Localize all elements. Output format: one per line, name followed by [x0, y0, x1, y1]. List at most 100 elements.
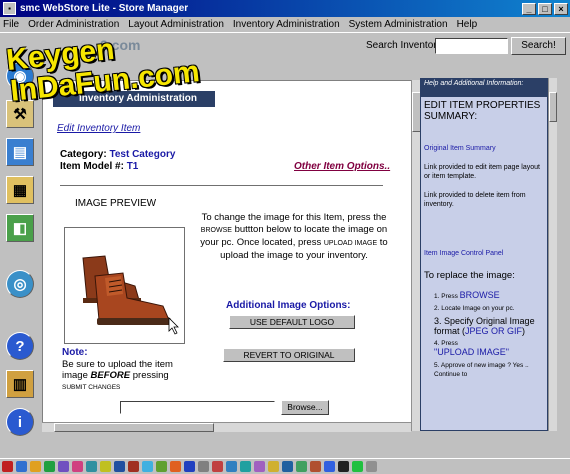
model-label: Item Model #:: [60, 161, 124, 172]
taskbar-app-icon[interactable]: [310, 461, 321, 472]
revert-to-original-button[interactable]: REVERT TO ORIGINAL: [223, 348, 355, 362]
edit-inventory-link[interactable]: Edit Inventory Item: [57, 123, 140, 134]
taskbar-app-icon[interactable]: [226, 461, 237, 472]
help-panel: Help and Additional Information: EDIT IT…: [420, 78, 548, 431]
image-preview-label: IMAGE PREVIEW: [75, 198, 157, 209]
connect-icon[interactable]: ◎: [6, 270, 34, 298]
chart-icon[interactable]: ◧: [6, 214, 34, 242]
menu-system-administration[interactable]: System Administration: [349, 19, 448, 30]
taskbar-app-icon[interactable]: [142, 461, 153, 472]
taskbar-app-icon[interactable]: [268, 461, 279, 472]
search-button[interactable]: Search!: [511, 37, 566, 55]
scroll-thumb[interactable]: [549, 92, 557, 122]
help-step: 1. Press BROWSE: [434, 290, 500, 301]
title-bar: ▪ smc WebStore Lite - Store Manager _ □ …: [0, 0, 570, 17]
taskbar-app-icon[interactable]: [352, 461, 363, 472]
info-icon[interactable]: i: [6, 408, 34, 436]
taskbar-app-icon[interactable]: [240, 461, 251, 472]
maximize-button[interactable]: □: [538, 2, 552, 15]
instructions-text-1: To change the image for this Item, press…: [201, 212, 387, 223]
window-title: smc WebStore Lite - Store Manager: [20, 3, 189, 14]
model-value: T1: [126, 161, 139, 172]
taskbar-app-icon[interactable]: [30, 461, 41, 472]
note-text: Be sure to upload the item image BEFORE …: [62, 359, 197, 393]
taskbar-app-icon[interactable]: [86, 461, 97, 472]
search-input[interactable]: [435, 38, 508, 54]
calendar-icon[interactable]: ▥: [6, 370, 34, 398]
help-step: 4. Press "UPLOAD IMAGE": [434, 340, 509, 357]
help-summary-2: Link provided to delete item from invent…: [424, 192, 526, 208]
other-item-options-link[interactable]: Other Item Options..: [294, 161, 390, 172]
menu-inventory-administration[interactable]: Inventory Administration: [233, 19, 340, 30]
instructions-upload: UPLOAD IMAGE: [323, 240, 378, 247]
taskbar-app-icon[interactable]: [128, 461, 139, 472]
taskbar-app-icon[interactable]: [16, 461, 27, 472]
scroll-thumb[interactable]: [54, 423, 214, 432]
menu-order-administration[interactable]: Order Administration: [28, 19, 119, 30]
image-instructions: To change the image for this Item, press…: [195, 212, 393, 262]
taskbar-app-icon[interactable]: [72, 461, 83, 472]
note-label: Note:: [62, 347, 88, 358]
taskbar-app-icon[interactable]: [114, 461, 125, 472]
help-title: EDIT ITEM PROPERTIES SUMMARY:: [424, 100, 541, 122]
model-row: Item Model #: T1: [60, 161, 138, 172]
main-horizontal-scrollbar[interactable]: [42, 422, 411, 432]
help-step: 2. Locate Image on your pc.: [434, 305, 515, 312]
taskbar-app-icon[interactable]: [58, 461, 69, 472]
taskbar-app-icon[interactable]: [156, 461, 167, 472]
start-icon[interactable]: [2, 461, 13, 472]
taskbar: [0, 458, 570, 474]
menu-layout-administration[interactable]: Layout Administration: [128, 19, 224, 30]
store-icon: ▪: [3, 2, 16, 15]
taskbar-app-icon[interactable]: [366, 461, 377, 472]
help-steps: 1. Press BROWSE 2. Locate Image on your …: [426, 291, 547, 379]
category-row: Category: Test Category: [60, 149, 175, 160]
help-replace-label: To replace the image:: [424, 270, 515, 281]
taskbar-app-icon[interactable]: [282, 461, 293, 472]
note-text-2: pressing: [132, 370, 169, 381]
instructions-browse: BROWSE: [200, 227, 232, 234]
image-file-input[interactable]: [120, 401, 275, 414]
category-value: Test Category: [109, 149, 176, 160]
layout-icon[interactable]: ▦: [6, 176, 34, 204]
search-label: Search Inventory:: [366, 40, 445, 51]
boot-image: [82, 255, 179, 335]
taskbar-app-icon[interactable]: [100, 461, 111, 472]
taskbar-app-icon[interactable]: [338, 461, 349, 472]
taskbar-app-icon[interactable]: [324, 461, 335, 472]
page-title: Inventory Administration: [53, 91, 215, 107]
menu-help[interactable]: Help: [457, 19, 478, 30]
help-icon[interactable]: ?: [6, 332, 34, 360]
left-icon-bar: ◉ ⚒ ▤ ▦ ◧ ◎ ? ▥ i: [0, 58, 40, 442]
use-default-logo-button[interactable]: USE DEFAULT LOGO: [229, 315, 355, 329]
minimize-button[interactable]: _: [522, 2, 536, 15]
category-label: Category:: [60, 149, 107, 160]
divider: [60, 185, 383, 186]
inventory-icon[interactable]: ▤: [6, 138, 34, 166]
taskbar-app-icon[interactable]: [184, 461, 195, 472]
main-panel: Inventory Administration Edit Inventory …: [42, 80, 412, 431]
taskbar-app-icon[interactable]: [296, 461, 307, 472]
item-image-preview: [64, 227, 185, 344]
globe-icon[interactable]: ◉: [6, 62, 34, 90]
toolbar: 2.com Search Inventory: Search!: [0, 32, 570, 58]
note-before: BEFORE: [90, 370, 131, 381]
tools-icon[interactable]: ⚒: [6, 100, 34, 128]
menu-bar: File Order Administration Layout Adminis…: [0, 17, 570, 32]
original-item-summary-link[interactable]: Original Item Summary: [424, 144, 544, 153]
close-button[interactable]: ×: [554, 2, 568, 15]
help-vertical-scrollbar[interactable]: [548, 78, 557, 431]
additional-options-label: Additional Image Options:: [226, 300, 351, 311]
taskbar-app-icon[interactable]: [198, 461, 209, 472]
help-header: Help and Additional Information:: [421, 79, 547, 97]
note-submit: SUBMIT CHANGES: [62, 384, 121, 391]
taskbar-app-icon[interactable]: [170, 461, 181, 472]
taskbar-app-icon[interactable]: [44, 461, 55, 472]
help-step: 3. Specify Original Image format (JPEG O…: [434, 316, 535, 336]
taskbar-app-icon[interactable]: [212, 461, 223, 472]
brand-text: 2.com: [100, 37, 141, 53]
browse-button[interactable]: Browse...: [281, 400, 329, 415]
taskbar-app-icon[interactable]: [254, 461, 265, 472]
menu-file[interactable]: File: [3, 19, 19, 30]
image-control-panel-link[interactable]: Item Image Control Panel: [424, 249, 544, 258]
